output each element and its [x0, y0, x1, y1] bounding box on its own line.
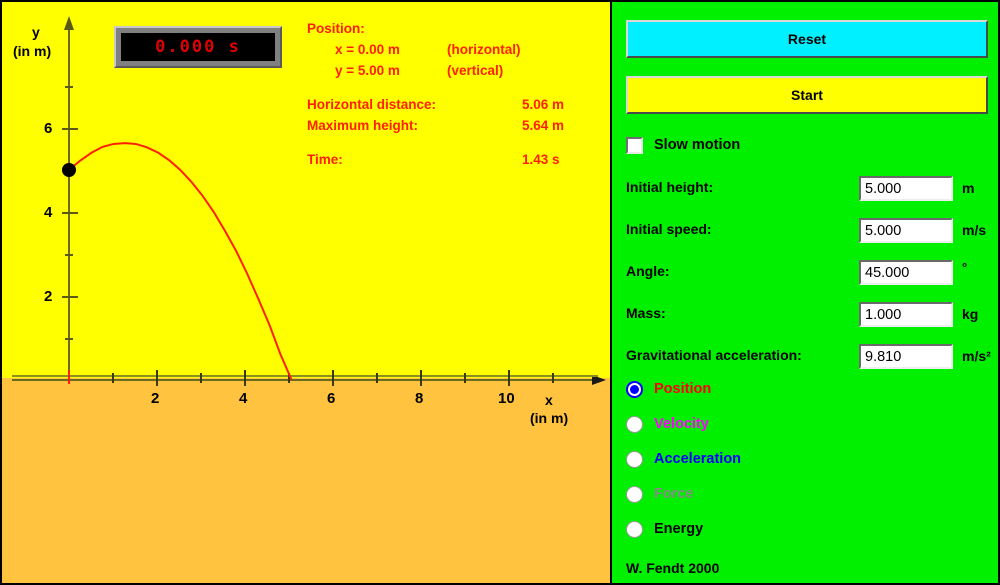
timer-display: 0.000 s	[114, 26, 282, 68]
readout-time-label: Time:	[307, 152, 343, 167]
x-tick-4: 4	[239, 390, 248, 407]
y-tick-2: 2	[44, 288, 53, 305]
readout-y-row: y = 5.00 m (vertical)	[307, 60, 503, 81]
slow-motion-label: Slow motion	[654, 137, 741, 153]
y-axis-label: y	[32, 24, 40, 40]
readout-x-note: (horizontal)	[447, 42, 521, 57]
readout-maxh-label: Maximum height:	[307, 118, 419, 133]
x-axis-ticks	[112, 370, 554, 386]
reset-button[interactable]: Reset	[626, 20, 988, 58]
angle-input[interactable]	[859, 260, 953, 285]
slow-motion-row[interactable]: Slow motion	[626, 134, 740, 156]
readout-y-value: y = 5.00 m	[335, 63, 400, 78]
gravity-row: Gravitational acceleration: m/s²	[626, 344, 991, 370]
radio-acceleration-button[interactable]	[626, 450, 643, 468]
angle-row: Angle: °	[626, 260, 988, 286]
readout-hdist-value: 5.06 m	[522, 97, 565, 112]
readout-x-value: x = 0.00 m	[335, 42, 400, 57]
author-credit: W. Fendt 2000	[626, 560, 720, 576]
start-button[interactable]: Start	[626, 76, 988, 114]
readout-time-value: 1.43 s	[522, 152, 560, 167]
projectile-motion-applet: y (in m) x (in m) 6 4 2 2 4 6 8 10 0.000…	[0, 0, 1000, 585]
readout-panel: Position: x = 0.00 m (horizontal) y = 5.…	[307, 18, 564, 170]
gravity-unit: m/s²	[962, 348, 991, 364]
radio-velocity-label: Velocity	[654, 416, 709, 432]
radio-velocity[interactable]: Velocity	[626, 413, 709, 435]
trajectory-curve	[68, 142, 293, 381]
initial-speed-input[interactable]	[859, 218, 953, 243]
control-panel: Reset Start Slow motion Initial height: …	[610, 0, 1000, 585]
initial-speed-label: Initial speed:	[626, 221, 712, 237]
projectile-marker	[62, 163, 76, 177]
readout-time-row: Time: 1.43 s	[307, 149, 560, 170]
initial-height-label: Initial height:	[626, 179, 714, 195]
readout-hdist-row: Horizontal distance: 5.06 m	[307, 94, 564, 115]
mass-input[interactable]	[859, 302, 953, 327]
mass-label: Mass:	[626, 305, 666, 321]
radio-force-label: Force	[654, 486, 694, 502]
mass-row: Mass: kg	[626, 302, 988, 328]
slow-motion-checkbox[interactable]	[626, 136, 643, 154]
radio-force-button[interactable]	[626, 485, 643, 503]
gravity-label: Gravitational acceleration:	[626, 347, 802, 363]
radio-acceleration-label: Acceleration	[654, 451, 742, 467]
radio-position-button[interactable]	[626, 380, 643, 398]
initial-height-input[interactable]	[859, 176, 953, 201]
radio-acceleration[interactable]: Acceleration	[626, 448, 741, 470]
x-tick-2: 2	[151, 390, 160, 407]
readout-position-title-row: Position:	[307, 18, 436, 39]
x-axis-label: x	[545, 392, 553, 408]
radio-energy[interactable]: Energy	[626, 518, 703, 540]
y-tick-4: 4	[44, 204, 53, 221]
trajectory-plot	[12, 16, 606, 386]
radio-velocity-button[interactable]	[626, 415, 643, 433]
angle-unit: °	[962, 260, 968, 275]
x-tick-10: 10	[498, 390, 515, 407]
initial-speed-row: Initial speed: m/s	[626, 218, 988, 244]
initial-speed-unit: m/s	[962, 222, 987, 238]
readout-hdist-label: Horizontal distance:	[307, 97, 437, 112]
readout-maxh-value: 5.64 m	[522, 118, 565, 133]
radio-energy-label: Energy	[654, 521, 704, 537]
readout-y-note: (vertical)	[447, 63, 504, 78]
readout-x-row: x = 0.00 m (horizontal)	[307, 39, 521, 60]
mass-unit: kg	[962, 306, 979, 322]
readout-position-title: Position:	[307, 21, 365, 36]
y-tick-6: 6	[44, 120, 53, 137]
x-axis-unit: (in m)	[530, 410, 569, 426]
radio-force[interactable]: Force	[626, 483, 694, 505]
timer-value: 0.000 s	[155, 37, 241, 57]
timer-screen: 0.000 s	[121, 33, 275, 61]
x-tick-8: 8	[415, 390, 424, 407]
initial-height-row: Initial height: m	[626, 176, 988, 202]
simulation-canvas: y (in m) x (in m) 6 4 2 2 4 6 8 10 0.000…	[0, 0, 610, 585]
radio-position[interactable]: Position	[626, 378, 711, 400]
y-axis-unit: (in m)	[13, 43, 52, 59]
angle-label: Angle:	[626, 263, 670, 279]
gravity-input[interactable]	[859, 344, 953, 369]
radio-energy-button[interactable]	[626, 520, 643, 538]
radio-position-label: Position	[654, 381, 712, 397]
initial-height-unit: m	[962, 180, 975, 196]
readout-maxh-row: Maximum height: 5.64 m	[307, 115, 564, 136]
x-tick-6: 6	[327, 390, 336, 407]
